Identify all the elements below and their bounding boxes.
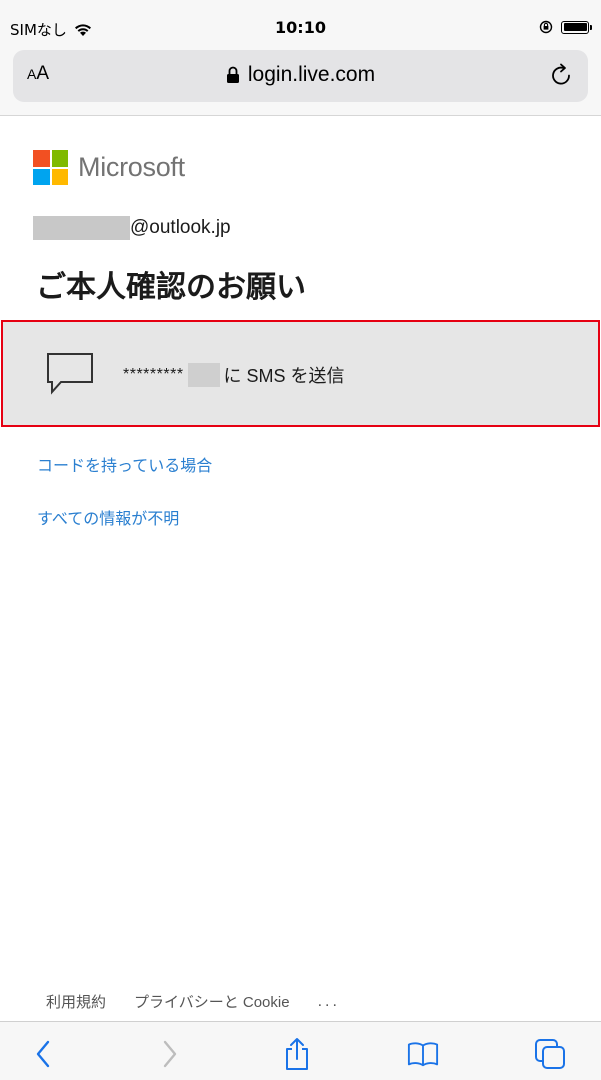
status-bar: SIMなし 10:10 xyxy=(0,0,601,44)
chat-bubble-icon xyxy=(47,353,93,395)
page-footer: 利用規約 プライバシーと Cookie ... xyxy=(46,991,340,1012)
status-time: 10:10 xyxy=(275,18,326,37)
microsoft-logo-icon xyxy=(33,150,68,185)
more-options-link[interactable]: ... xyxy=(318,993,340,1011)
privacy-cookie-link[interactable]: プライバシーと Cookie xyxy=(134,991,290,1012)
battery-icon xyxy=(561,20,592,34)
have-code-link[interactable]: コードを持っている場合 xyxy=(37,452,212,476)
browser-toolbar xyxy=(0,1021,601,1080)
url-text: login.live.com xyxy=(247,63,376,86)
account-identity: @outlook.jp xyxy=(33,216,231,240)
send-sms-option[interactable]: ********* に SMS を送信 xyxy=(1,320,600,427)
microsoft-logo: Microsoft xyxy=(33,150,185,185)
tabs-icon xyxy=(535,1039,565,1069)
masked-phone-number: ********* xyxy=(123,366,184,383)
redacted-phone-digits xyxy=(187,363,220,387)
sms-option-text: ********* に SMS を送信 xyxy=(123,362,345,388)
email-suffix: @outlook.jp xyxy=(130,217,231,238)
forward-icon xyxy=(163,1040,177,1068)
bookmarks-icon xyxy=(407,1042,439,1067)
tabs-button[interactable] xyxy=(534,1038,566,1070)
status-right-icons xyxy=(539,20,592,34)
reload-icon[interactable] xyxy=(550,63,574,89)
bookmarks-button[interactable] xyxy=(407,1038,439,1070)
share-button[interactable] xyxy=(281,1038,313,1070)
back-icon xyxy=(36,1040,50,1068)
lock-icon xyxy=(226,66,239,83)
sms-option-label: に SMS を送信 xyxy=(223,366,345,386)
orientation-lock-icon xyxy=(539,20,553,34)
page-title: ご本人確認のお願い xyxy=(36,270,306,305)
url-display[interactable]: login.live.com xyxy=(13,63,588,87)
dont-know-link[interactable]: すべての情報が不明 xyxy=(37,505,179,529)
redacted-email-prefix xyxy=(33,216,130,240)
address-bar[interactable]: AA login.live.com xyxy=(13,50,588,102)
brand-name: Microsoft xyxy=(78,152,185,182)
back-button[interactable] xyxy=(27,1038,59,1070)
share-icon xyxy=(286,1038,308,1070)
terms-link[interactable]: 利用規約 xyxy=(46,991,106,1012)
forward-button[interactable] xyxy=(154,1038,186,1070)
browser-address-area: AA login.live.com xyxy=(0,44,601,116)
